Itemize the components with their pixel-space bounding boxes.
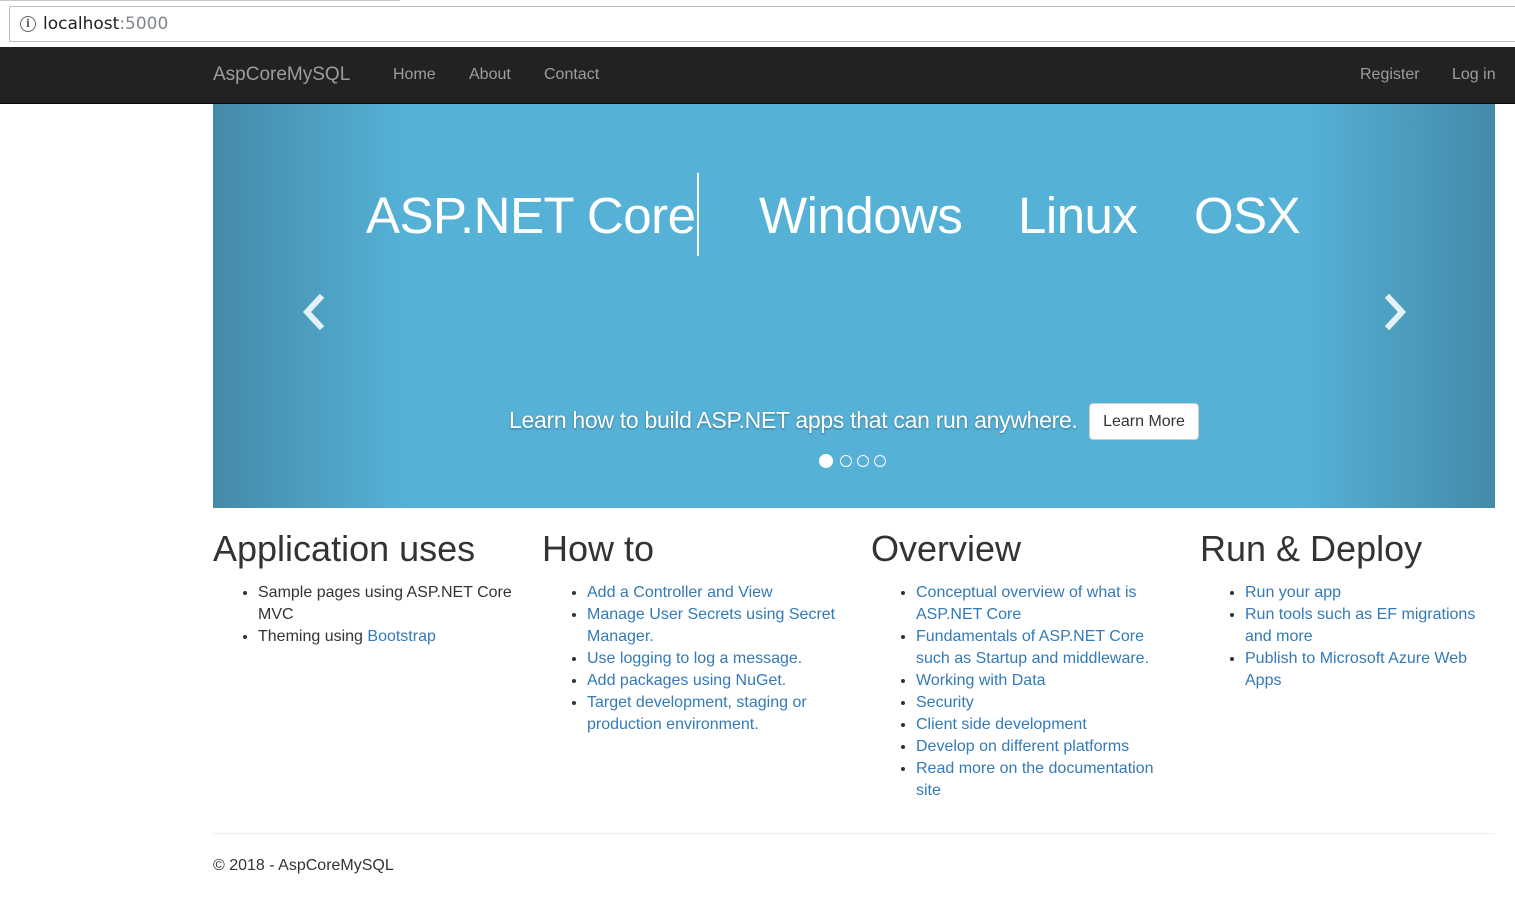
column-title: How to — [542, 528, 655, 569]
list-item: Add a Controller and View — [587, 582, 842, 604]
list-item: Add packages using NuGet. — [587, 670, 842, 692]
list-item: Client side development — [916, 714, 1171, 736]
url-port: :5000 — [119, 14, 169, 34]
navbar: AspCoreMySQL Home About Contact Register… — [0, 47, 1515, 104]
footer-divider — [213, 833, 1495, 834]
hero-divider — [697, 173, 699, 256]
bootstrap-link[interactable]: Bootstrap — [367, 628, 435, 645]
list-link[interactable]: Conceptual overview of what is ASP.NET C… — [916, 584, 1137, 623]
hero-headline-main: ASP.NET Core — [366, 187, 696, 244]
list-link[interactable]: Security — [916, 694, 974, 711]
url-host: localhost — [43, 14, 120, 34]
carousel-indicator[interactable] — [857, 455, 869, 467]
url-text[interactable]: localhost:5000 — [43, 14, 168, 34]
column-title: Application uses — [213, 528, 476, 569]
list-link[interactable]: Target development, staging or productio… — [587, 694, 807, 733]
carousel-indicator[interactable] — [840, 455, 852, 467]
list-item: Theming using Bootstrap — [258, 626, 513, 648]
column-list: Sample pages using ASP.NET Core MVC Them… — [213, 582, 513, 648]
list-item: Read more on the documentation site — [916, 758, 1171, 802]
nav-item-login[interactable]: Log in — [1452, 65, 1496, 85]
list-link[interactable]: Read more on the documentation site — [916, 760, 1153, 799]
list-item: Run tools such as EF migrations and more — [1245, 604, 1500, 648]
list-item-text: Theming using — [258, 628, 368, 645]
list-link[interactable]: Manage User Secrets using Secret Manager… — [587, 606, 835, 645]
list-item: Target development, staging or productio… — [587, 692, 842, 736]
list-link[interactable]: Develop on different platforms — [916, 738, 1129, 755]
learn-more-button[interactable]: Learn More — [1089, 403, 1199, 440]
list-link[interactable]: Publish to Microsoft Azure Web Apps — [1245, 650, 1467, 689]
list-item: Conceptual overview of what is ASP.NET C… — [916, 582, 1171, 626]
navbar-brand[interactable]: AspCoreMySQL — [213, 64, 350, 86]
info-icon[interactable]: i — [20, 16, 36, 32]
list-link[interactable]: Client side development — [916, 716, 1087, 733]
column-title: Overview — [871, 528, 1022, 569]
nav-item-about[interactable]: About — [469, 65, 511, 85]
address-bar[interactable]: i localhost:5000 — [9, 6, 1515, 42]
carousel-caption: Learn how to build ASP.NET apps that can… — [509, 407, 1078, 433]
list-link[interactable]: Use logging to log a message. — [587, 650, 802, 667]
hero-word-osx: OSX — [1194, 187, 1301, 244]
list-item: Run your app — [1245, 582, 1500, 604]
list-item-text: Sample pages using ASP.NET Core MVC — [258, 584, 512, 623]
list-link[interactable]: Working with Data — [916, 672, 1046, 689]
column-title: Run & Deploy — [1200, 528, 1423, 569]
column-overview: Overview Conceptual overview of what is … — [871, 526, 1171, 802]
column-list: Run your app Run tools such as EF migrat… — [1200, 582, 1500, 692]
column-run-deploy: Run & Deploy Run your app Run tools such… — [1200, 526, 1500, 692]
column-how-to: How to Add a Controller and View Manage … — [542, 526, 842, 736]
list-item: Security — [916, 692, 1171, 714]
list-item: Manage User Secrets using Secret Manager… — [587, 604, 842, 648]
column-list: Add a Controller and View Manage User Se… — [542, 582, 842, 736]
list-link[interactable]: Add packages using NuGet. — [587, 672, 786, 689]
carousel-indicator[interactable] — [819, 454, 833, 468]
chevron-left-icon[interactable] — [301, 294, 325, 330]
list-item: Working with Data — [916, 670, 1171, 692]
column-list: Conceptual overview of what is ASP.NET C… — [871, 582, 1171, 802]
footer-text: © 2018 - AspCoreMySQL — [213, 857, 394, 874]
chevron-right-icon[interactable] — [1384, 294, 1408, 330]
browser-chrome: i localhost:5000 — [0, 0, 1515, 47]
column-application-uses: Application uses Sample pages using ASP.… — [213, 526, 513, 648]
hero-carousel: ASP.NET Core Windows Linux OSX Learn how… — [213, 104, 1495, 508]
list-item: Fundamentals of ASP.NET Core such as Sta… — [916, 626, 1171, 670]
nav-item-contact[interactable]: Contact — [544, 65, 599, 85]
list-item: Publish to Microsoft Azure Web Apps — [1245, 648, 1500, 692]
nav-item-home[interactable]: Home — [393, 65, 436, 85]
list-item: Develop on different platforms — [916, 736, 1171, 758]
hero-word-linux: Linux — [1018, 187, 1138, 244]
carousel-indicator[interactable] — [874, 455, 886, 467]
list-link[interactable]: Add a Controller and View — [587, 584, 773, 601]
hero-word-windows: Windows — [759, 187, 963, 244]
list-link[interactable]: Run tools such as EF migrations and more — [1245, 606, 1475, 645]
list-link[interactable]: Fundamentals of ASP.NET Core such as Sta… — [916, 628, 1149, 667]
list-item: Sample pages using ASP.NET Core MVC — [258, 582, 513, 626]
list-link[interactable]: Run your app — [1245, 584, 1341, 601]
list-item: Use logging to log a message. — [587, 648, 842, 670]
tab-strip-edge — [0, 0, 400, 1]
nav-item-register[interactable]: Register — [1360, 65, 1420, 85]
